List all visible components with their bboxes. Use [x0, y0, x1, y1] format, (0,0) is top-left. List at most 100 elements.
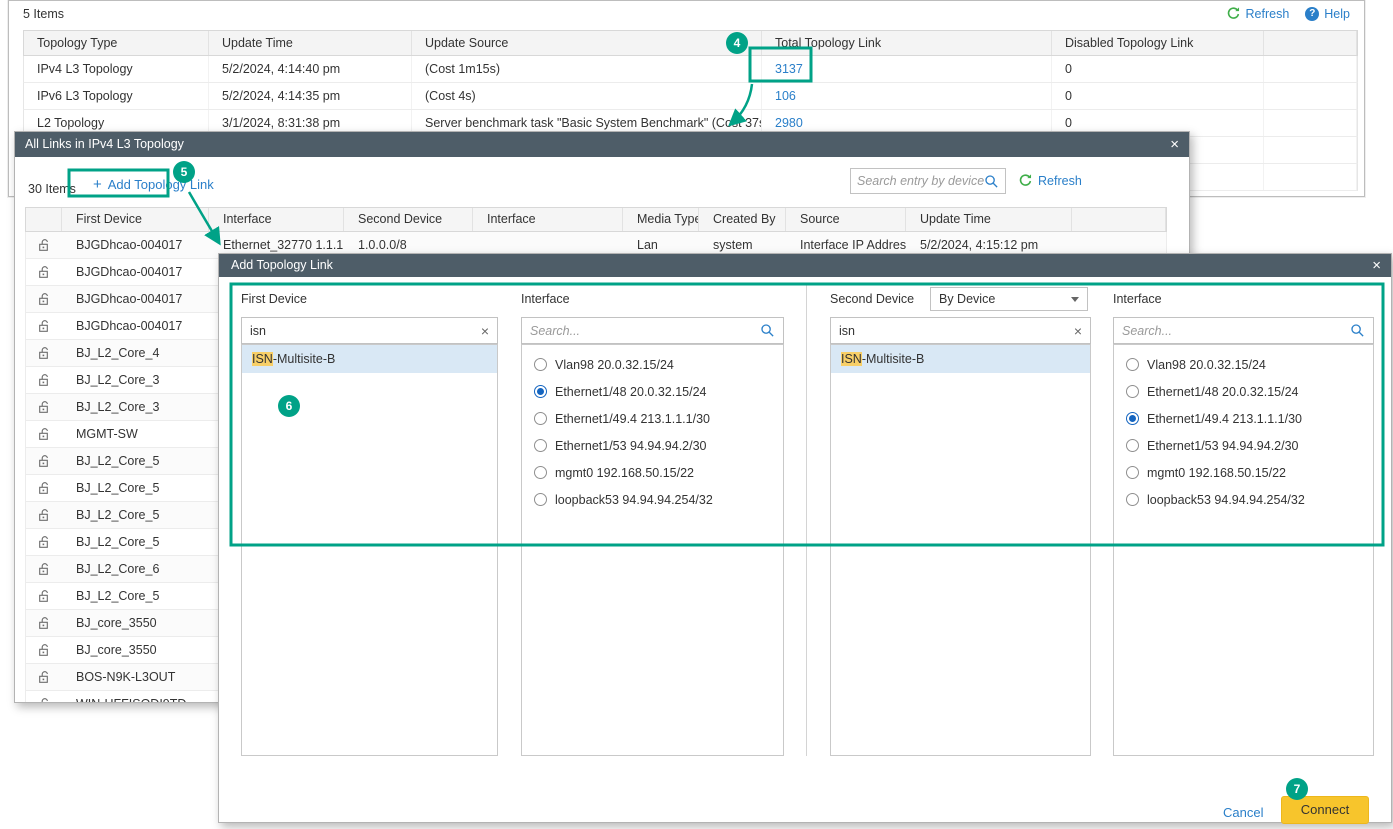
refresh-button[interactable]: Refresh — [1226, 6, 1290, 21]
second-device-search-input[interactable]: isn × — [830, 317, 1091, 344]
interface-option[interactable]: mgmt0 192.168.50.15/22 — [522, 459, 783, 486]
first-device-cell: BJGDhcao-004017 — [62, 313, 209, 339]
first-device-cell: BJ_L2_Core_6 — [62, 556, 209, 582]
unlock-icon — [37, 292, 51, 306]
interface-option[interactable]: loopback53 94.94.94.254/32 — [522, 486, 783, 513]
total-topology-link[interactable]: 3137 — [762, 56, 1052, 82]
first-device-cell: BJ_core_3550 — [62, 637, 209, 663]
row-icon-cell — [26, 583, 62, 609]
radio-icon[interactable] — [1126, 439, 1139, 452]
unlock-icon — [37, 670, 51, 684]
connect-button[interactable]: Connect — [1281, 796, 1369, 824]
add-topology-link-button[interactable]: + Add Topology Link — [93, 176, 214, 193]
row-icon-cell — [26, 610, 62, 636]
radio-icon[interactable] — [1126, 412, 1139, 425]
first-device-cell: BJ_L2_Core_5 — [62, 529, 209, 555]
radio-icon[interactable] — [1126, 466, 1139, 479]
column-header[interactable]: Update Source — [412, 31, 762, 55]
interface-option-label: Ethernet1/49.4 213.1.1.1/30 — [555, 412, 710, 426]
interface-option[interactable]: Ethernet1/48 20.0.32.15/24 — [522, 378, 783, 405]
interface-option-label: Vlan98 20.0.32.15/24 — [555, 358, 674, 372]
first-interface-search-input[interactable]: Search... — [521, 317, 784, 344]
first-device-label: First Device — [241, 292, 307, 306]
first-device-cell: WIN-HFFISODI9TD — [62, 691, 209, 702]
table-row[interactable]: IPv4 L3 Topology 5/2/2024, 4:14:40 pm (C… — [23, 56, 1358, 83]
radio-icon[interactable] — [534, 439, 547, 452]
radio-icon[interactable] — [534, 385, 547, 398]
links-table-header: First Device Interface Second Device Int… — [25, 207, 1167, 232]
close-icon[interactable]: × — [1372, 254, 1381, 277]
column-header[interactable]: Total Topology Link — [762, 31, 1052, 55]
interface-option-label: Ethernet1/49.4 213.1.1.1/30 — [1147, 412, 1302, 426]
radio-icon[interactable] — [534, 412, 547, 425]
cancel-button[interactable]: Cancel — [1223, 805, 1263, 820]
row-icon-cell — [26, 664, 62, 690]
column-header[interactable]: Interface — [209, 208, 344, 231]
search-highlight: ISN — [841, 352, 862, 366]
interface-option[interactable]: Ethernet1/49.4 213.1.1.1/30 — [1114, 405, 1373, 432]
radio-icon[interactable] — [534, 466, 547, 479]
column-header[interactable]: Update Time — [906, 208, 1072, 231]
close-icon[interactable]: × — [1170, 132, 1179, 157]
device-search-input[interactable]: Search entry by device name... — [850, 168, 1006, 194]
radio-icon[interactable] — [1126, 493, 1139, 506]
interface-option[interactable]: Ethernet1/53 94.94.94.2/30 — [1114, 432, 1373, 459]
first-interface-list: Vlan98 20.0.32.15/24 Ethernet1/48 20.0.3… — [521, 344, 784, 756]
total-topology-link[interactable]: 106 — [762, 83, 1052, 109]
first-device-cell: BJ_core_3550 — [62, 610, 209, 636]
dialog-refresh-button[interactable]: Refresh — [1018, 173, 1082, 188]
interface-option[interactable]: Vlan98 20.0.32.15/24 — [1114, 351, 1373, 378]
column-header[interactable]: Second Device — [344, 208, 473, 231]
interface-option[interactable]: Ethernet1/48 20.0.32.15/24 — [1114, 378, 1373, 405]
refresh-label: Refresh — [1038, 174, 1082, 188]
column-header[interactable]: Interface — [473, 208, 623, 231]
unlock-icon — [37, 589, 51, 603]
first-device-cell: BJGDhcao-004017 — [62, 232, 209, 258]
column-header[interactable]: Source — [786, 208, 906, 231]
radio-icon[interactable] — [534, 493, 547, 506]
first-device-cell: BJ_L2_Core_5 — [62, 475, 209, 501]
interface-option[interactable]: Ethernet1/53 94.94.94.2/30 — [522, 432, 783, 459]
search-value: isn — [839, 324, 1074, 338]
row-icon-cell — [26, 340, 62, 366]
interface-option[interactable]: Vlan98 20.0.32.15/24 — [522, 351, 783, 378]
interface-option[interactable]: mgmt0 192.168.50.15/22 — [1114, 459, 1373, 486]
help-button[interactable]: ? Help — [1305, 7, 1350, 21]
column-header[interactable]: Disabled Topology Link — [1052, 31, 1264, 55]
column-header[interactable]: Update Time — [209, 31, 412, 55]
row-icon-cell — [26, 313, 62, 339]
column-header[interactable]: Created By — [699, 208, 786, 231]
radio-icon[interactable] — [1126, 385, 1139, 398]
items-count: 5 Items — [23, 7, 64, 21]
refresh-icon — [1226, 6, 1241, 21]
interface-option[interactable]: loopback53 94.94.94.254/32 — [1114, 486, 1373, 513]
device-mode-select[interactable]: By Device — [930, 287, 1088, 311]
search-value: isn — [250, 324, 481, 338]
radio-icon[interactable] — [1126, 358, 1139, 371]
update-time-cell: 5/2/2024, 4:14:40 pm — [209, 56, 412, 82]
refresh-label: Refresh — [1246, 7, 1290, 21]
first-device-list: ISN-Multisite-B — [241, 344, 498, 756]
unlock-icon — [37, 319, 51, 333]
radio-icon[interactable] — [534, 358, 547, 371]
unlock-icon — [37, 508, 51, 522]
search-icon — [760, 323, 775, 338]
device-result-item[interactable]: ISN-Multisite-B — [831, 345, 1090, 373]
interface-option[interactable]: Ethernet1/49.4 213.1.1.1/30 — [522, 405, 783, 432]
interface-option-label: Ethernet1/53 94.94.94.2/30 — [1147, 439, 1299, 453]
second-interface-search-input[interactable]: Search... — [1113, 317, 1374, 344]
clear-icon[interactable]: × — [481, 323, 489, 339]
device-result-item[interactable]: ISN-Multisite-B — [242, 345, 497, 373]
second-device-label: Second Device — [830, 292, 914, 306]
search-icon — [1350, 323, 1365, 338]
column-header[interactable]: Topology Type — [24, 31, 209, 55]
column-header[interactable]: Media Type — [623, 208, 699, 231]
table-row[interactable]: IPv6 L3 Topology 5/2/2024, 4:14:35 pm (C… — [23, 83, 1358, 110]
second-device-list: ISN-Multisite-B — [830, 344, 1091, 756]
row-spacer — [1264, 137, 1357, 163]
clear-icon[interactable]: × — [1074, 323, 1082, 339]
column-header[interactable]: First Device — [62, 208, 209, 231]
first-device-search-input[interactable]: isn × — [241, 317, 498, 344]
topology-type-cell: IPv6 L3 Topology — [24, 83, 209, 109]
row-icon-cell — [26, 556, 62, 582]
